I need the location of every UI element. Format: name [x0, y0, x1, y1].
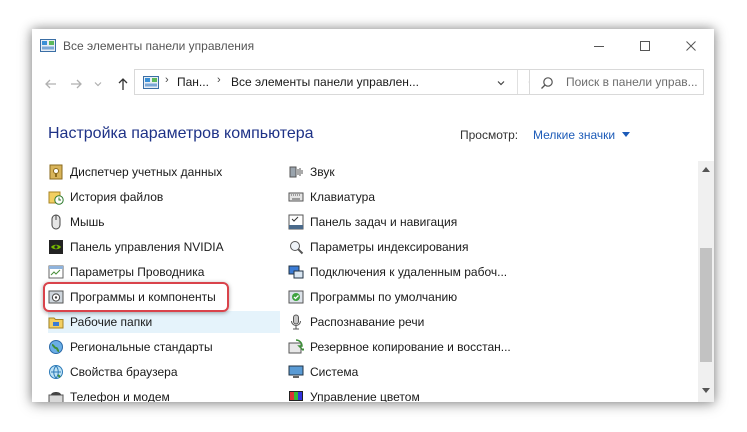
work-folders-icon — [48, 317, 64, 329]
explorer-options-icon — [48, 265, 64, 279]
chevron-down-icon — [497, 81, 505, 86]
internet-options-icon — [49, 365, 63, 379]
list-item[interactable]: Свойства браузера — [48, 361, 178, 383]
file-history-icon — [48, 191, 64, 205]
control-panel-icon — [40, 39, 56, 52]
list-item[interactable]: Управление цветом — [288, 386, 420, 402]
mouse-icon — [51, 214, 61, 230]
list-item[interactable]: Параметры индексирования — [288, 236, 468, 258]
arrow-up-icon — [118, 78, 128, 90]
page-title: Настройка параметров компьютера — [48, 125, 314, 142]
default-programs-icon — [288, 290, 304, 304]
item-label: Свойства браузера — [70, 365, 178, 379]
item-label: История файлов — [70, 190, 164, 204]
credential-manager-icon — [49, 164, 63, 180]
list-item[interactable]: Звук — [288, 161, 335, 183]
vertical-scrollbar[interactable] — [698, 161, 714, 402]
list-item[interactable]: Телефон и модем — [48, 386, 170, 402]
control-panel-icon — [143, 76, 159, 89]
item-label: Звук — [310, 165, 335, 179]
system-icon — [288, 365, 304, 378]
recent-locations-button[interactable] — [89, 75, 107, 93]
maximize-icon — [640, 41, 650, 51]
breadcrumb-item[interactable]: Все элементы панели управлен... — [231, 75, 419, 89]
color-management-icon — [289, 391, 303, 401]
item-label: Резервное копирование и восстан... — [310, 340, 511, 354]
address-bar[interactable]: › Пан... › Все элементы панели управлен.… — [134, 69, 549, 95]
list-item[interactable]: Параметры Проводника — [48, 261, 204, 283]
list-item[interactable]: Программы по умолчанию — [288, 286, 457, 308]
minimize-icon — [594, 46, 604, 47]
remote-desktop-icon — [288, 265, 304, 279]
close-button[interactable] — [668, 29, 714, 63]
scroll-down-icon[interactable] — [702, 388, 710, 393]
chevron-down-icon — [94, 82, 102, 87]
item-label: Панель задач и навигация — [310, 215, 458, 229]
list-item[interactable]: Система — [288, 361, 358, 383]
item-label: Телефон и модем — [70, 390, 170, 402]
view-mode-dropdown[interactable]: Мелкие значки — [533, 128, 615, 142]
arrow-left-icon — [45, 79, 56, 89]
item-label: Программы по умолчанию — [310, 290, 458, 304]
minimize-button[interactable] — [576, 29, 622, 63]
close-icon — [686, 41, 696, 51]
item-label: Рабочие папки — [70, 315, 153, 329]
search-input[interactable] — [566, 74, 700, 90]
list-item[interactable]: Панель управления NVIDIA — [48, 236, 224, 258]
arrow-right-icon — [71, 79, 82, 89]
list-item[interactable]: История файлов — [48, 186, 163, 208]
address-dropdown-button[interactable] — [491, 74, 511, 92]
item-label: Подключения к удаленным рабоч... — [310, 265, 508, 279]
item-label: Диспетчер учетных данных — [70, 165, 223, 179]
up-button[interactable] — [114, 75, 132, 93]
region-icon — [49, 340, 63, 354]
item-label: Распознавание речи — [310, 315, 425, 329]
sound-icon — [289, 166, 303, 178]
keyboard-icon — [288, 192, 304, 202]
item-label: Система — [310, 365, 359, 379]
list-item[interactable]: Мышь — [48, 211, 105, 233]
list-item[interactable]: Региональные стандарты — [48, 336, 213, 358]
control-panel-window: Все элементы панели управления › Пан... … — [32, 29, 714, 402]
item-label: Управление цветом — [310, 390, 420, 402]
nvidia-icon — [49, 240, 63, 254]
item-label: Региональные стандарты — [70, 340, 213, 354]
item-label: Панель управления NVIDIA — [70, 240, 224, 254]
list-item[interactable]: Диспетчер учетных данных — [48, 161, 222, 183]
phone-modem-icon — [48, 392, 64, 402]
taskbar-icon — [288, 214, 304, 230]
list-item[interactable]: Резервное копирование и восстан... — [288, 336, 511, 358]
divider — [517, 70, 518, 94]
list-item[interactable]: Распознавание речи — [288, 311, 424, 333]
chevron-down-icon[interactable] — [622, 132, 630, 137]
scroll-thumb[interactable] — [700, 248, 712, 362]
title-bar: Все элементы панели управления — [32, 29, 714, 63]
maximize-button[interactable] — [622, 29, 668, 63]
search-icon — [541, 77, 553, 89]
view-label: Просмотр: — [460, 128, 519, 142]
item-label: Параметры индексирования — [310, 240, 469, 254]
backup-icon — [288, 339, 304, 354]
forward-button[interactable] — [67, 75, 85, 93]
breadcrumb-separator-icon: › — [217, 74, 221, 86]
list-item[interactable]: Клавиатура — [288, 186, 375, 208]
highlight-annotation — [43, 282, 229, 312]
back-button[interactable] — [42, 75, 60, 93]
item-label: Мышь — [70, 215, 105, 229]
speech-icon — [291, 314, 301, 330]
breadcrumb-separator-icon: › — [165, 74, 169, 86]
scroll-up-icon[interactable] — [702, 167, 710, 172]
window-title: Все элементы панели управления — [63, 39, 255, 53]
search-box[interactable] — [529, 69, 704, 95]
item-label: Клавиатура — [310, 190, 375, 204]
indexing-icon — [290, 241, 304, 255]
breadcrumb-item[interactable]: Пан... — [177, 75, 209, 89]
list-item[interactable]: Рабочие папки — [48, 311, 280, 333]
list-item[interactable]: Панель задач и навигация — [288, 211, 457, 233]
list-item[interactable]: Подключения к удаленным рабоч... — [288, 261, 507, 283]
item-label: Параметры Проводника — [70, 265, 205, 279]
